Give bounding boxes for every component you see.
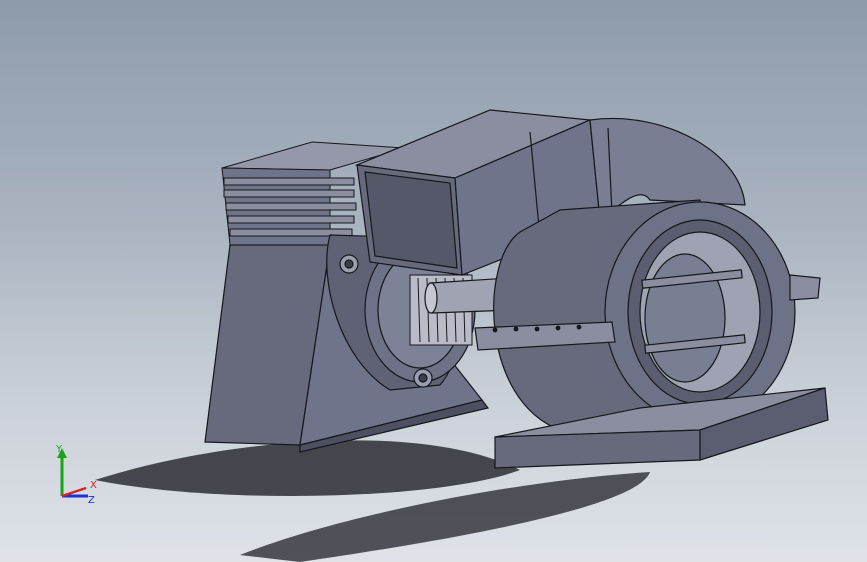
x-axis-label: X bbox=[90, 480, 97, 491]
z-axis-label: Z bbox=[88, 495, 95, 506]
graphics-viewport[interactable]: Y X Z bbox=[0, 0, 867, 562]
axis-triad[interactable]: Y X Z bbox=[40, 440, 110, 510]
y-axis-label: Y bbox=[55, 444, 63, 455]
blower-housing bbox=[493, 199, 796, 431]
3d-model-view[interactable] bbox=[0, 0, 867, 562]
